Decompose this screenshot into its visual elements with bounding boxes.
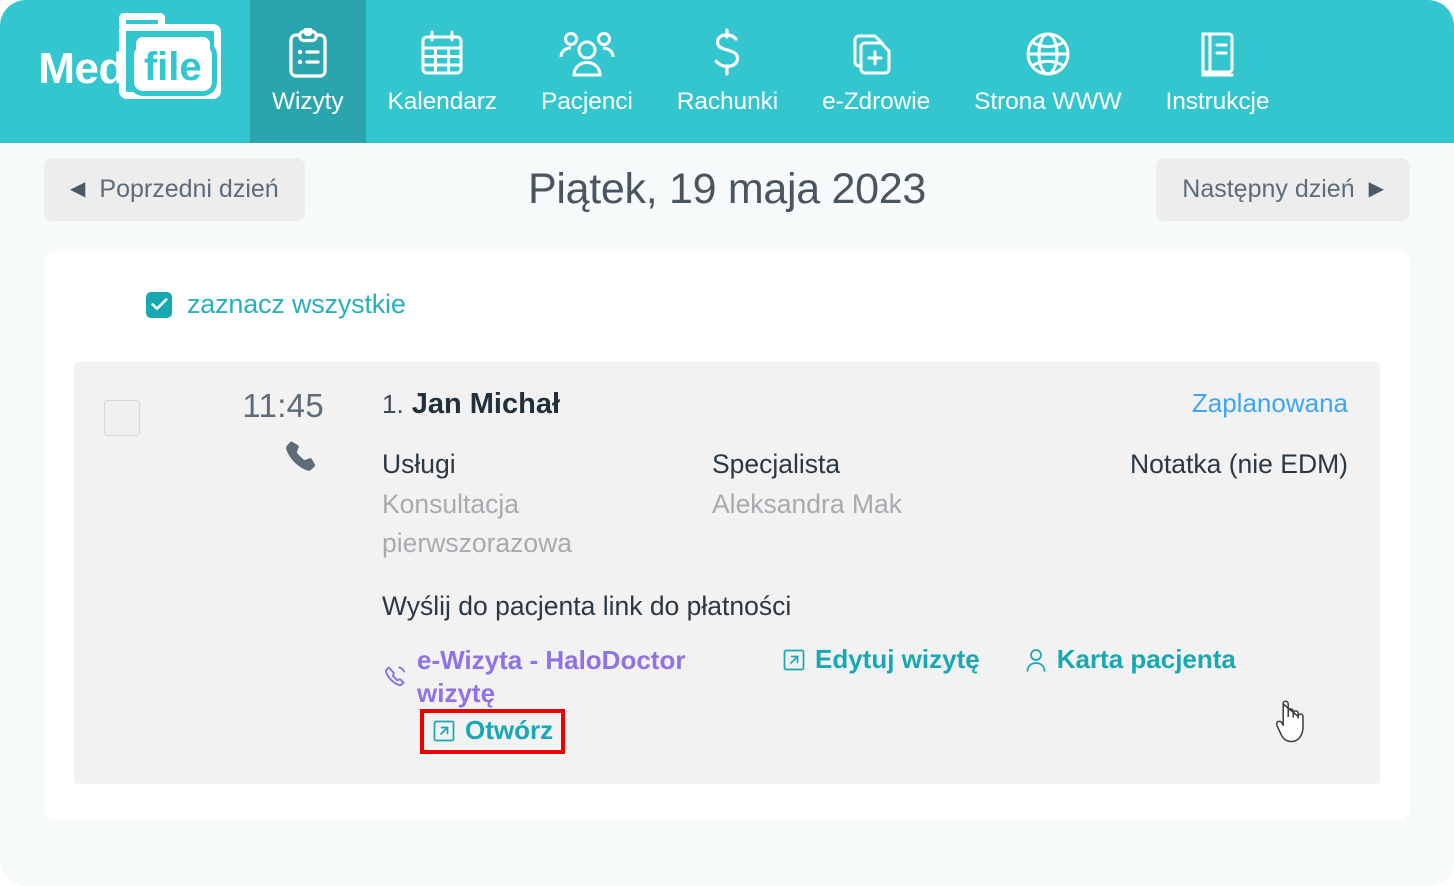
- nav-label-rachunki: Rachunki: [676, 88, 779, 116]
- nav-label-ezdrowie: e-Zdrowie: [822, 88, 931, 116]
- appointment-details: 1. Jan Michał Zaplanowana Usługi Konsult…: [328, 388, 1350, 755]
- phone-icon: [204, 438, 324, 476]
- action-label-otworz: Otwórz: [465, 715, 554, 746]
- specialist-header: Specjalista: [712, 449, 841, 479]
- nav-item-ezdrowie[interactable]: e-Zdrowie: [800, 0, 952, 143]
- nav-item-pacjenci[interactable]: Pacjenci: [519, 0, 655, 143]
- note-column: Notatka (nie EDM): [1042, 449, 1350, 563]
- appointment-index: 1.: [382, 389, 404, 419]
- action-otworz[interactable]: Otwórz: [420, 709, 566, 755]
- chevron-left-icon: ◀: [70, 178, 86, 200]
- nav-label-kalendarz: Kalendarz: [387, 88, 498, 116]
- app-window: Med file Wizyty Kalendarz Pacjenci Rachu…: [0, 0, 1454, 886]
- nav-item-wizyty[interactable]: Wizyty: [250, 0, 366, 143]
- logo-folder-icon: file: [118, 13, 221, 99]
- select-all-label: zaznacz wszystkie: [187, 289, 406, 319]
- patient-name: Jan Michał: [411, 388, 561, 420]
- external-link-icon: [782, 648, 806, 672]
- specialist-column: Specjalista Aleksandra Mak: [712, 449, 1042, 563]
- nav-item-rachunki[interactable]: Rachunki: [655, 0, 800, 143]
- patient-line: 1. Jan Michał: [382, 388, 560, 421]
- services-value: Konsultacja pierwszorazowa: [382, 488, 572, 559]
- next-day-button[interactable]: Następny dzień ▶: [1156, 157, 1410, 221]
- logo-text-med: Med: [38, 43, 125, 93]
- specialist-value: Aleksandra Mak: [712, 488, 903, 519]
- nav-label-wizyty: Wizyty: [272, 88, 344, 116]
- action-edytuj-wizyte[interactable]: Edytuj wizytę: [782, 644, 980, 675]
- appointment-detail-grid: Usługi Konsultacja pierwszorazowa Specja…: [382, 449, 1350, 563]
- previous-day-button[interactable]: ◀ Poprzedni dzień: [44, 157, 305, 221]
- nav-item-kalendarz[interactable]: Kalendarz: [366, 0, 519, 143]
- appointment-time-cell: 11:45: [204, 387, 328, 754]
- check-icon: [150, 298, 167, 310]
- nav-item-strona-www[interactable]: Strona WWW: [952, 0, 1143, 143]
- logo-medfile[interactable]: Med file: [0, 0, 250, 143]
- top-navigation: Med file Wizyty Kalendarz Pacjenci Rachu…: [0, 0, 1454, 143]
- appointment-row: 11:45 1. Jan Michał Zaplanowana Usługi K…: [74, 362, 1380, 785]
- next-day-label: Następny dzień: [1182, 174, 1355, 203]
- appointment-checkbox-cell: [104, 388, 204, 754]
- external-link-icon: [432, 719, 456, 743]
- select-all-checkbox[interactable]: [146, 291, 172, 318]
- appointments-card: zaznacz wszystkie 11:45 1. Jan Michał Za…: [44, 251, 1410, 821]
- services-header: Usługi: [382, 449, 456, 479]
- health-doc-icon: [851, 28, 901, 80]
- appointment-actions: e-Wizyta - HaloDoctor wizytę Edytuj wizy…: [382, 644, 1350, 755]
- nav-item-instrukcje[interactable]: Instrukcje: [1144, 0, 1292, 143]
- calendar-icon: [419, 28, 465, 80]
- action-label-e-wizyta: e-Wizyta - HaloDoctor wizytę: [417, 645, 686, 708]
- action-e-wizyta-halodoctor[interactable]: e-Wizyta - HaloDoctor wizytę: [382, 644, 742, 709]
- users-icon: [559, 28, 615, 80]
- appointment-time: 11:45: [242, 387, 324, 424]
- user-icon: [1024, 647, 1048, 673]
- action-label-karta: Karta pacjenta: [1056, 644, 1236, 675]
- nav-label-instrukcje: Instrukcje: [1165, 88, 1270, 116]
- logo-text-file: file: [133, 46, 212, 91]
- book-icon: [1195, 28, 1239, 80]
- select-all-row[interactable]: zaznacz wszystkie: [74, 289, 406, 320]
- previous-day-label: Poprzedni dzień: [99, 174, 279, 203]
- dollar-icon: [709, 28, 745, 80]
- appointment-header: 1. Jan Michał Zaplanowana: [382, 388, 1350, 421]
- services-column: Usługi Konsultacja pierwszorazowa: [382, 449, 712, 563]
- nav-label-pacjenci: Pacjenci: [540, 88, 633, 116]
- phone-call-icon: [382, 664, 408, 690]
- date-navigation-bar: ◀ Poprzedni dzień Piątek, 19 maja 2023 N…: [0, 143, 1454, 235]
- payment-link-text[interactable]: Wyślij do pacjenta link do płatności: [382, 591, 1350, 622]
- globe-icon: [1023, 28, 1073, 80]
- action-label-edytuj: Edytuj wizytę: [815, 644, 980, 675]
- note-header: Notatka (nie EDM): [1130, 449, 1348, 479]
- status-badge[interactable]: Zaplanowana: [1192, 388, 1350, 419]
- nav-label-strona-www: Strona WWW: [974, 88, 1122, 116]
- action-karta-pacjenta[interactable]: Karta pacjenta: [1024, 644, 1236, 675]
- appointment-checkbox[interactable]: [104, 400, 140, 436]
- clipboard-icon: [286, 28, 330, 80]
- chevron-right-icon: ▶: [1368, 178, 1384, 200]
